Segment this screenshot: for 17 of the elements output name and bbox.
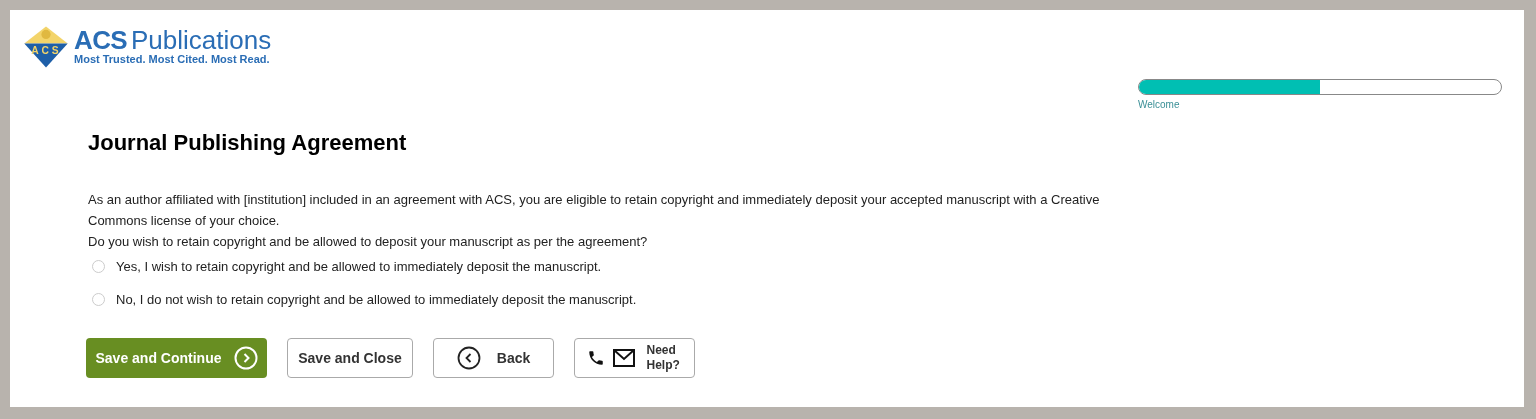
back-button[interactable]: Back: [433, 338, 554, 378]
save-and-continue-button[interactable]: Save and Continue: [86, 338, 267, 378]
progress-label: Welcome: [1138, 98, 1181, 112]
logo-name: Publications: [130, 27, 272, 54]
need-help-button[interactable]: Need Help?: [574, 338, 695, 378]
radio-label: Yes, I wish to retain copyright and be allowed to immediately deposit the manuscript.: [116, 258, 602, 276]
logo-tagline: Most Trusted. Most Cited. Most Read.: [74, 53, 271, 67]
radio-label: No, I do not wish to retain copyright and be allowed to immediately deposit the manuscript.: [116, 290, 637, 309]
paragraph: As an author affiliated with [institution] included in an agreement with ACS, you are eligible to retain copyright and immediately deposit your accepted manuscript with a Creative Commons license of your choice.: [88, 191, 1101, 230]
logo-name-bold: ACS: [74, 27, 127, 54]
paragraph: Do you wish to retain copyright and be allowed to deposit your manuscript as per the agreement?: [88, 233, 649, 251]
envelope-icon: [612, 349, 635, 367]
chevron-right-icon: [233, 346, 258, 370]
save-and-close-button[interactable]: Save and Close: [287, 338, 413, 378]
chevron-left-icon: [456, 346, 481, 370]
page-title: Journal Publishing Agreement: [88, 129, 408, 157]
phone-icon: [586, 349, 605, 367]
